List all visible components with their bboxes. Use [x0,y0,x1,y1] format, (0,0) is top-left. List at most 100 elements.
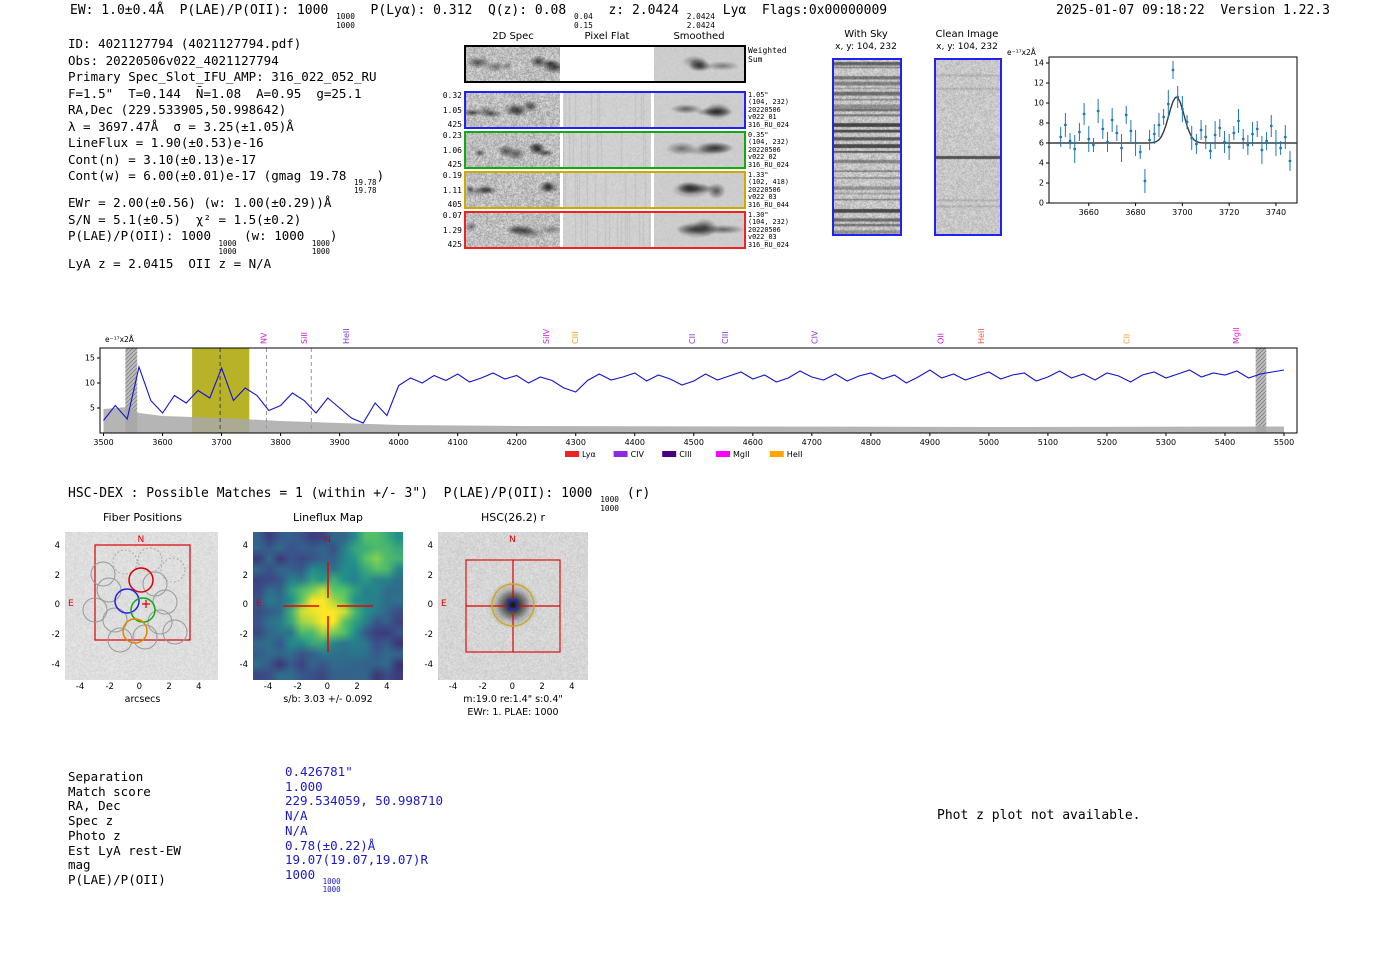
y-axis-label: e⁻¹⁷x2Å [1007,48,1037,57]
masked-band-hatch [1255,348,1267,433]
row-right-labels: 0.35" (104, 232) 20220506 v022_02 316_RU_024 [748,131,812,169]
emission-line-label: CIII [721,331,730,344]
row-right-label: Weighted [748,46,787,55]
row-left-value: 1.05 [442,105,462,115]
spec2d-cutout [466,213,560,247]
axis-tick-label: 4 [569,682,575,692]
info-line: S/N = 5.1(±0.5) χ² = 1.5(±0.2) [68,212,384,229]
match-table-value: 1.000 [285,779,323,794]
y-axis-label: e⁻¹⁷x2Å [105,335,135,344]
data-point [1087,137,1091,141]
gaussian-fit-line [1049,96,1297,144]
data-point [1185,120,1189,124]
match-table-value: 1000 1000 1000 [285,867,341,894]
row-left-value: 425 [447,120,462,129]
axis-tick-label: 2 [427,570,433,581]
axis-tick-label: 2 [54,570,60,581]
hsc-cutout-title: HSC(26.2) r [480,511,546,524]
emission-line-label: OII [936,333,945,344]
legend-swatch [662,451,677,457]
crosshair-icon [283,562,373,652]
pixelflat-cutout [563,213,651,247]
axis-tick-label: 2 [539,682,545,692]
data-point [1180,107,1184,111]
emission-line-label: NV [259,332,268,344]
text-segment: P(Lyα): 0.312 Q(z): 0.08 [354,3,575,18]
match-table-label: Est LyA rest-EW [68,842,181,858]
text-segment: F=1.5" T=0.144 N̄=1.08 A=0.95 g=25.1 [68,85,362,101]
spectrum-line [103,365,1285,424]
with-sky-image [832,58,902,236]
row-left-value: 0.19 [442,171,462,180]
info-line: Cont(w) = 6.00(±0.01)e-17 (gmag 19.78 19… [68,168,384,195]
match-table-value: N/A [285,808,308,823]
x-tick-label: 3660 [1079,208,1099,217]
data-point [1218,126,1222,130]
data-point [1190,136,1194,140]
match-table-value: 0.426781" [285,764,353,779]
x-tick-label: 4000 [388,438,408,447]
data-point [1199,128,1203,132]
text-segment: λ = 3697.47Å σ = 3.25(±1.05)Å [68,118,294,134]
data-point [1265,139,1268,143]
text-segment: (w: 1000 [236,228,312,244]
row-right-labels: 1.33" (102, 418) 20220506 v022_03 316_RU_044 [748,171,812,209]
axis-tick-label: 2 [242,570,248,581]
legend-label: CIV [631,450,645,459]
spec2d-cutout [466,173,560,207]
x-tick-label: 5400 [1215,438,1235,447]
with-sky-title: With Sky [844,29,888,40]
compass-east-label: E [256,599,262,609]
stacked-fraction: 0.04 0.15 [574,12,593,30]
row-right-label: 316_RU_044 [748,200,789,209]
axis-tick-label: -4 [424,659,433,670]
pixelflat-cutout [563,173,651,207]
x-tick-label: 4100 [448,438,468,447]
hsc-matches-line: HSC-DEX : Possible Matches = 1 (within +… [68,486,650,513]
emission-line-label: SiIV [542,328,551,344]
x-tick-label: 3800 [270,438,290,447]
data-point [1260,148,1264,152]
match-table-label: mag [68,857,91,873]
legend-swatch [716,451,730,457]
row-right-label: 316_RU_024 [748,160,789,169]
axis-tick-label: 0 [136,682,143,692]
text-segment: 229.534059, 50.998710 [285,793,444,809]
axis-tick-label: -2 [51,630,60,641]
data-point [1106,140,1109,144]
data-point [1063,123,1067,127]
fiber-circles-dashed [112,547,186,583]
text-segment: 1000 [285,866,323,882]
legend-swatch [613,451,628,457]
target-cross-icon [142,600,150,608]
x-tick-label: 5100 [1038,438,1058,447]
text-segment: N/A [285,808,308,824]
match-table-label: Photo z [68,827,121,843]
row-left-value: 1.11 [442,185,462,195]
match-table-value: 19.07(19.07,19.07)R [285,852,428,867]
x-tick-label: 4700 [802,438,822,447]
text-segment: 19.07(19.07,19.07)R [285,852,428,868]
info-line: λ = 3697.47Å σ = 3.25(±1.05)Å [68,119,384,136]
data-point [1204,135,1208,139]
spec2d-row [464,45,746,83]
x-tick-label: 3600 [152,438,172,447]
catalog-position-box [507,599,518,610]
y-tick-label: 4 [1039,159,1044,168]
data-point [1171,68,1175,72]
hsc-caption-1: m:19.0 re:1.4" s:0.4" [463,694,563,705]
axis-tick-label: 2 [354,682,360,692]
text-segment: LineFlux = 1.90(±0.53)e-16 [68,135,264,150]
row-left-value: 0.07 [442,211,462,220]
text-segment: ) [329,228,338,244]
axis-tick-label: 4 [196,682,202,692]
text-segment: Cont(n) = 3.10(±0.13)e-17 [68,151,257,167]
data-point [1059,135,1063,139]
info-line: P(LAE)/P(OII): 1000 1000 1000 (w: 1000 10… [68,228,384,255]
stacked-fraction: 1000 1000 [311,238,330,256]
match-table-label: Separation [68,769,144,784]
y-tick-label: 5 [90,404,95,413]
data-point [1115,131,1119,135]
elixer-report-page: EW: 1.0±0.4Å P(LAE)/P(OII): 1000 1000 100… [0,0,1400,953]
row-right-labels: 1.30" (104, 232) 20220506 v022_03 316_RU_024 [748,211,812,249]
